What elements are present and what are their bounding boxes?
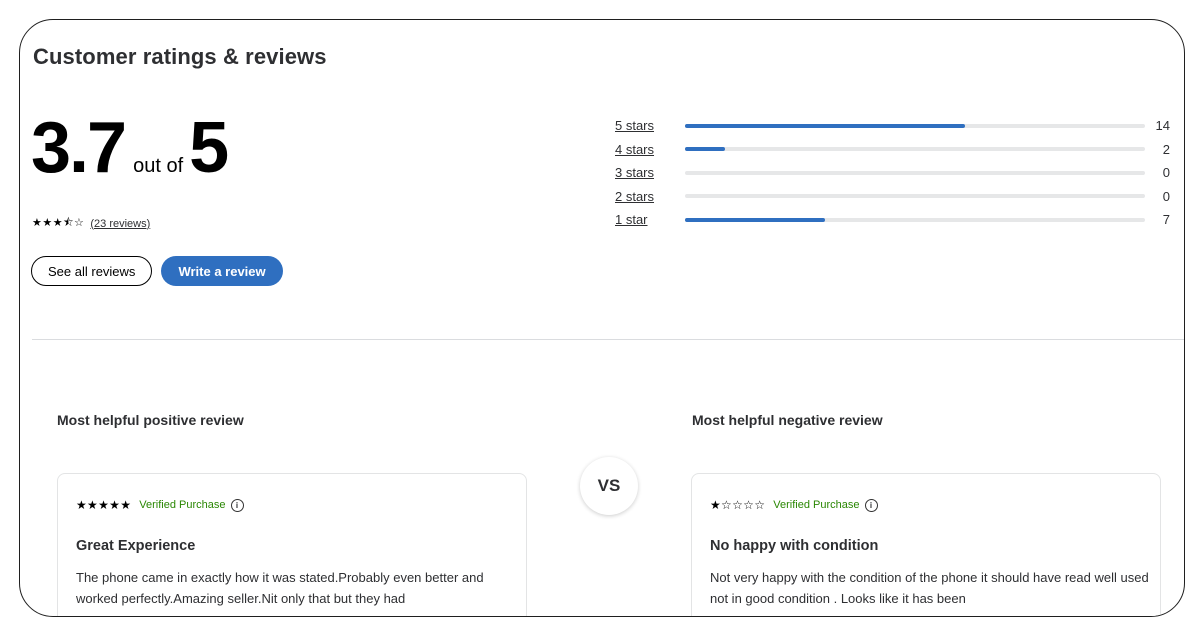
review-title: Great Experience bbox=[76, 538, 196, 554]
verified-purchase-label: Verified Purchase bbox=[773, 499, 860, 511]
distribution-label-5-stars[interactable]: 5 stars bbox=[615, 118, 685, 133]
info-icon[interactable]: i bbox=[230, 498, 244, 512]
distribution-fill bbox=[685, 147, 726, 152]
positive-review-card: ★★★★★ Verified Purchase i Great Experien… bbox=[57, 473, 527, 616]
distribution-fill bbox=[685, 217, 825, 222]
info-icon[interactable]: i bbox=[864, 498, 878, 512]
max-rating: 5 bbox=[189, 108, 230, 188]
review-body: Not very happy with the condition of the… bbox=[710, 570, 1149, 606]
distribution-row-2: 2 stars 0 bbox=[615, 185, 1170, 209]
distribution-count: 7 bbox=[1162, 212, 1170, 228]
distribution-track bbox=[685, 147, 1145, 152]
review-stars-icon: ★☆☆☆☆ bbox=[710, 498, 766, 512]
distribution-count: 0 bbox=[1162, 165, 1170, 181]
distribution-count: 0 bbox=[1162, 188, 1170, 204]
rating-distribution: 5 stars 14 4 stars 2 3 stars 0 2 stars 0… bbox=[615, 114, 1170, 232]
review-stars-icon: ★★★★★ bbox=[76, 498, 132, 512]
review-actions: See all reviews Write a review bbox=[31, 256, 283, 286]
review-meta: ★★★★★ Verified Purchase i bbox=[76, 498, 244, 512]
out-of-label: out of bbox=[133, 155, 184, 177]
review-meta: ★☆☆☆☆ Verified Purchase i bbox=[710, 498, 878, 512]
distribution-label-3-stars[interactable]: 3 stars bbox=[615, 165, 685, 180]
rating-stars-row: ★★★⯪☆ (23 reviews) bbox=[32, 214, 150, 233]
average-value: 3.7 bbox=[31, 108, 127, 188]
review-body: The phone came in exactly how it was sta… bbox=[76, 570, 484, 606]
review-title: No happy with condition bbox=[710, 538, 879, 554]
distribution-track bbox=[685, 170, 1145, 175]
distribution-label-4-stars[interactable]: 4 stars bbox=[615, 142, 685, 157]
distribution-track bbox=[685, 194, 1145, 199]
rating-stars-icon: ★★★⯪☆ bbox=[32, 217, 85, 229]
distribution-fill bbox=[685, 123, 966, 128]
vs-badge: VS bbox=[580, 457, 638, 515]
negative-review-heading: Most helpful negative review bbox=[692, 412, 883, 428]
distribution-row-3: 3 stars 0 bbox=[615, 161, 1170, 185]
distribution-row-5: 5 stars 14 bbox=[615, 114, 1170, 138]
distribution-track bbox=[685, 217, 1145, 222]
page-title: Customer ratings & reviews bbox=[33, 44, 327, 69]
distribution-label-2-stars[interactable]: 2 stars bbox=[615, 189, 685, 204]
average-rating: 3.7 out of 5 bbox=[31, 112, 229, 184]
distribution-count: 2 bbox=[1162, 141, 1170, 157]
distribution-label-1-star[interactable]: 1 star bbox=[615, 212, 685, 227]
verified-purchase-label: Verified Purchase bbox=[139, 499, 226, 511]
review-count-link[interactable]: (23 reviews) bbox=[90, 218, 150, 230]
distribution-count: 14 bbox=[1155, 118, 1170, 134]
negative-review-card: ★☆☆☆☆ Verified Purchase i No happy with … bbox=[691, 473, 1161, 616]
write-review-button[interactable]: Write a review bbox=[161, 256, 283, 286]
distribution-row-4: 4 stars 2 bbox=[615, 138, 1170, 162]
see-all-reviews-button[interactable]: See all reviews bbox=[31, 256, 153, 286]
reviews-panel: Customer ratings & reviews 3.7 out of 5 … bbox=[19, 19, 1185, 617]
distribution-row-1: 1 star 7 bbox=[615, 208, 1170, 232]
section-divider bbox=[32, 339, 1184, 340]
positive-review-heading: Most helpful positive review bbox=[57, 412, 244, 428]
distribution-track bbox=[685, 123, 1145, 128]
